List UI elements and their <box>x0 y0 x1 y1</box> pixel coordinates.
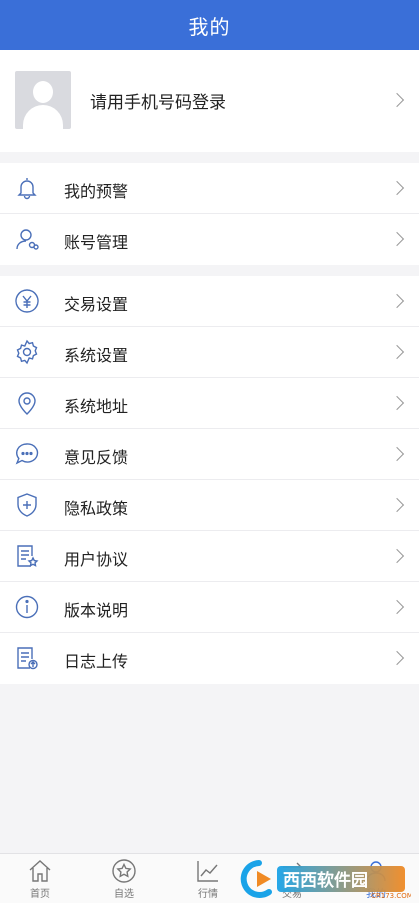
menu-label: 我的预警 <box>64 182 129 201</box>
menu-group-alerts-account: 我的预警 账号管理 <box>0 163 419 265</box>
tab-label: 首页 <box>30 889 50 900</box>
menu-label: 意见反馈 <box>64 448 129 467</box>
menu-group-settings: 交易设置 系统设置 系统地址 意见反馈 隐私政策 用户协议 版本说明 日志上传 <box>0 276 419 684</box>
site-watermark: 西西软件园 CR173.COM <box>231 857 411 901</box>
menu-label: 用户协议 <box>64 550 129 569</box>
chevron-right-icon <box>389 180 405 196</box>
menu-label: 系统设置 <box>64 346 129 365</box>
tab-label: 行情 <box>198 889 218 900</box>
tab-watchlist[interactable]: 自选 <box>99 858 149 900</box>
yen-icon <box>14 288 40 314</box>
menu-item-my-alerts[interactable]: 我的预警 <box>0 163 419 214</box>
tab-home[interactable]: 首页 <box>15 858 65 900</box>
document-star-icon <box>14 543 40 569</box>
user-account-icon <box>14 226 40 252</box>
menu-item-user-agreement[interactable]: 用户协议 <box>0 531 419 582</box>
svg-text:西西软件园: 西西软件园 <box>283 870 368 891</box>
chat-bubble-icon <box>14 441 40 467</box>
document-upload-icon <box>14 645 40 671</box>
chevron-right-icon <box>389 92 405 108</box>
chevron-right-icon <box>389 395 405 411</box>
menu-label: 账号管理 <box>64 233 129 252</box>
watermark-logo: 西西软件园 CR173.COM <box>240 860 411 900</box>
chevron-right-icon <box>389 548 405 564</box>
info-icon <box>14 594 40 620</box>
tab-label: 自选 <box>114 889 134 900</box>
chevron-right-icon <box>389 650 405 666</box>
login-profile-row[interactable]: 请用手机号码登录 <box>0 50 419 152</box>
menu-label: 隐私政策 <box>64 499 129 518</box>
chevron-right-icon <box>389 599 405 615</box>
menu-label: 交易设置 <box>64 295 129 314</box>
menu-item-feedback[interactable]: 意见反馈 <box>0 429 419 480</box>
menu-label: 版本说明 <box>64 601 129 620</box>
menu-item-log-upload[interactable]: 日志上传 <box>0 633 419 684</box>
location-pin-icon <box>14 390 40 416</box>
menu-item-account-management[interactable]: 账号管理 <box>0 214 419 265</box>
star-icon <box>112 859 136 883</box>
home-icon <box>29 860 51 882</box>
chart-icon <box>197 861 218 882</box>
tab-market[interactable]: 行情 <box>183 858 233 900</box>
top-nav-bar: 我的 <box>0 0 419 50</box>
gear-icon <box>14 339 40 365</box>
chevron-right-icon <box>389 344 405 360</box>
menu-item-system-settings[interactable]: 系统设置 <box>0 327 419 378</box>
menu-item-privacy-policy[interactable]: 隐私政策 <box>0 480 419 531</box>
shield-plus-icon <box>14 492 40 518</box>
chevron-right-icon <box>389 293 405 309</box>
page-title: 我的 <box>188 14 231 39</box>
login-prompt-label: 请用手机号码登录 <box>90 93 226 113</box>
chevron-right-icon <box>389 231 405 247</box>
menu-label: 日志上传 <box>64 652 129 671</box>
chevron-right-icon <box>389 446 405 462</box>
menu-item-trade-settings[interactable]: 交易设置 <box>0 276 419 327</box>
avatar <box>15 71 71 129</box>
menu-item-system-address[interactable]: 系统地址 <box>0 378 419 429</box>
svg-text:CR173.COM: CR173.COM <box>371 892 411 900</box>
bell-icon <box>14 175 40 201</box>
menu-label: 系统地址 <box>64 397 129 416</box>
chevron-right-icon <box>389 497 405 513</box>
menu-item-version-notes[interactable]: 版本说明 <box>0 582 419 633</box>
